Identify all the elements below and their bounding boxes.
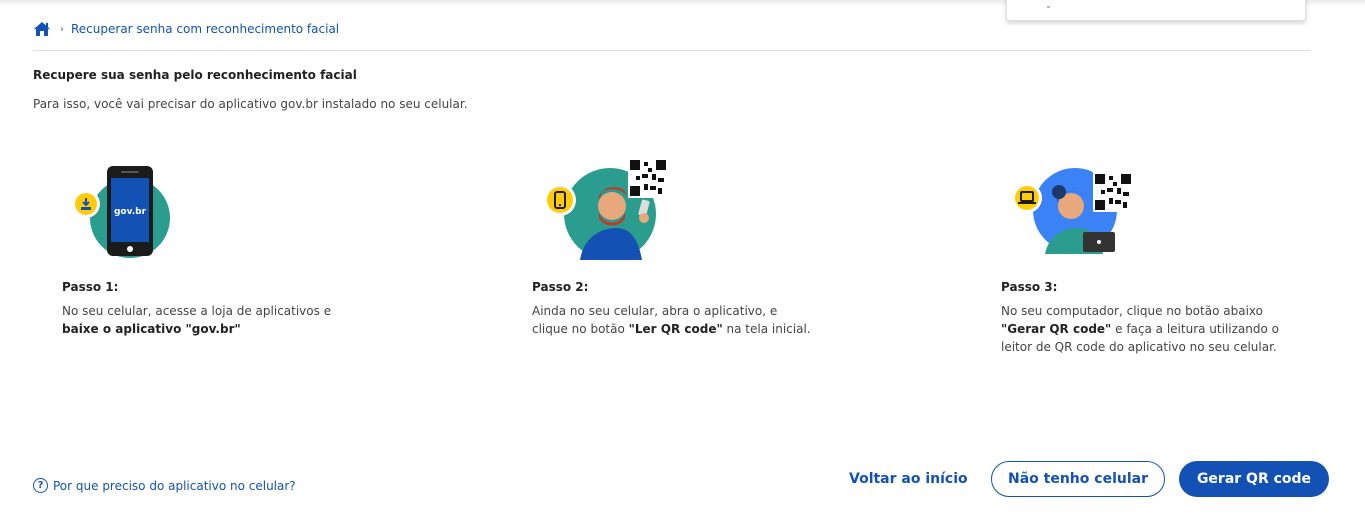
step-3-description: No seu computador, clique no botão abaix… (1001, 302, 1286, 356)
question-circle-icon: ? (33, 478, 48, 493)
step-2-description: Ainda no seu celular, abra o aplicativo,… (532, 302, 812, 338)
step-2-label: Passo 2: (532, 280, 589, 294)
divider (33, 50, 1310, 51)
govbr-logo-text: gov.br (114, 207, 147, 217)
step-1-description: No seu celular, acesse a loja de aplicat… (62, 302, 362, 338)
breadcrumb-separator: › (60, 23, 64, 35)
no-phone-button[interactable]: Não tenho celular (991, 461, 1165, 497)
step-2: Passo 2: Ainda no seu celular, abra o ap… (532, 158, 832, 336)
step-1-bold: baixe o aplicativo "gov.br" (62, 322, 241, 336)
page-title: Recupere sua senha pelo reconhecimento f… (33, 68, 357, 82)
step-3-bold: "Gerar QR code" (1001, 322, 1112, 336)
dropdown-fragment-mark (1047, 6, 1050, 8)
laptop-icon (1018, 191, 1036, 204)
generate-qr-code-button[interactable]: Gerar QR code (1179, 461, 1329, 497)
back-to-start-button[interactable]: Voltar ao início (849, 471, 968, 487)
dropdown-menu-fragment (1006, 0, 1306, 21)
step-2-bold: "Ler QR code" (628, 322, 723, 336)
step-3-illustration (1001, 158, 1133, 268)
step-1-text: No seu celular, acesse a loja de aplicat… (62, 304, 332, 318)
breadcrumb: › Recuperar senha com reconhecimento fac… (33, 19, 339, 39)
step-3-label: Passo 3: (1001, 280, 1058, 294)
step-2-illustration (532, 158, 668, 268)
step-1: gov.br Passo 1: No seu celular, acesse a… (62, 158, 362, 336)
page-subtitle: Para isso, você vai precisar do aplicati… (33, 97, 468, 111)
help-link[interactable]: ? Por que preciso do aplicativo no celul… (33, 478, 296, 493)
help-link-text: Por que preciso do aplicativo no celular… (53, 478, 296, 493)
home-icon[interactable] (33, 21, 51, 37)
step-3-text: No seu computador, clique no botão abaix… (1001, 304, 1263, 318)
download-icon (81, 198, 91, 210)
step-1-label: Passo 1: (62, 280, 119, 294)
breadcrumb-current[interactable]: Recuperar senha com reconhecimento facia… (71, 22, 339, 36)
step-3: Passo 3: No seu computador, clique no bo… (1001, 158, 1301, 354)
step-2-text-end: na tela inicial. (722, 322, 811, 336)
step-1-illustration: gov.br (62, 158, 182, 268)
smartphone-icon (554, 191, 566, 209)
